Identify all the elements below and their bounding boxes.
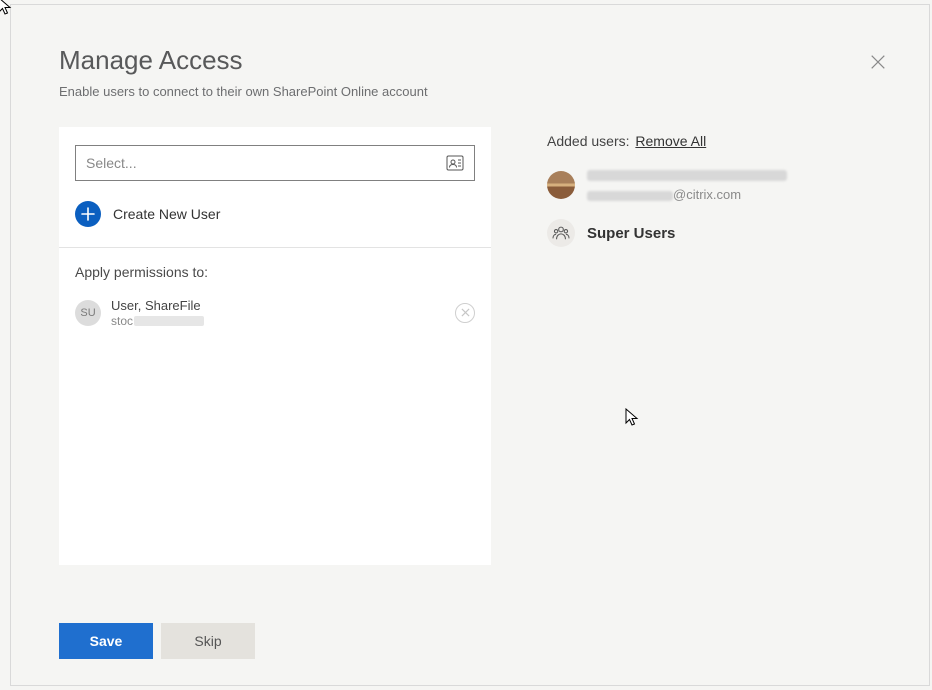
remove-permission-button[interactable] bbox=[455, 303, 475, 323]
added-user-email-domain: @citrix.com bbox=[673, 187, 741, 202]
dialog-title: Manage Access bbox=[59, 45, 881, 76]
user-select-wrapper[interactable] bbox=[75, 145, 475, 181]
added-group-name: Super Users bbox=[587, 225, 675, 242]
added-user-row[interactable]: @citrix.com bbox=[547, 167, 881, 203]
dialog-subtitle: Enable users to connect to their own Sha… bbox=[59, 84, 881, 99]
added-users-header: Added users: Remove All bbox=[547, 133, 881, 149]
group-icon bbox=[547, 219, 575, 247]
remove-all-link[interactable]: Remove All bbox=[635, 133, 706, 149]
create-new-user-label: Create New User bbox=[113, 206, 220, 222]
apply-permissions-label: Apply permissions to: bbox=[75, 264, 475, 280]
user-avatar-initials: SU bbox=[75, 300, 101, 326]
create-new-user-button[interactable]: Create New User bbox=[75, 201, 475, 247]
user-avatar-image bbox=[547, 171, 575, 199]
dialog-footer: Save Skip bbox=[59, 595, 881, 659]
skip-button[interactable]: Skip bbox=[161, 623, 255, 659]
added-group-row[interactable]: Super Users bbox=[547, 219, 881, 247]
permission-user-name: User, ShareFile bbox=[111, 298, 445, 314]
added-users-label: Added users: bbox=[547, 133, 630, 149]
save-button[interactable]: Save bbox=[59, 623, 153, 659]
close-button[interactable] bbox=[867, 53, 889, 75]
address-book-icon[interactable] bbox=[446, 155, 464, 171]
manage-access-dialog: Manage Access Enable users to connect to… bbox=[10, 4, 930, 686]
plus-icon bbox=[75, 201, 101, 227]
divider bbox=[59, 247, 491, 248]
select-users-card: Create New User Apply permissions to: SU… bbox=[59, 127, 491, 565]
user-select-input[interactable] bbox=[86, 155, 446, 171]
permission-user-email: stoc bbox=[111, 314, 445, 328]
permission-row: SU User, ShareFile stoc bbox=[75, 298, 475, 328]
added-users-panel: Added users: Remove All @citrix.com bbox=[547, 127, 881, 595]
